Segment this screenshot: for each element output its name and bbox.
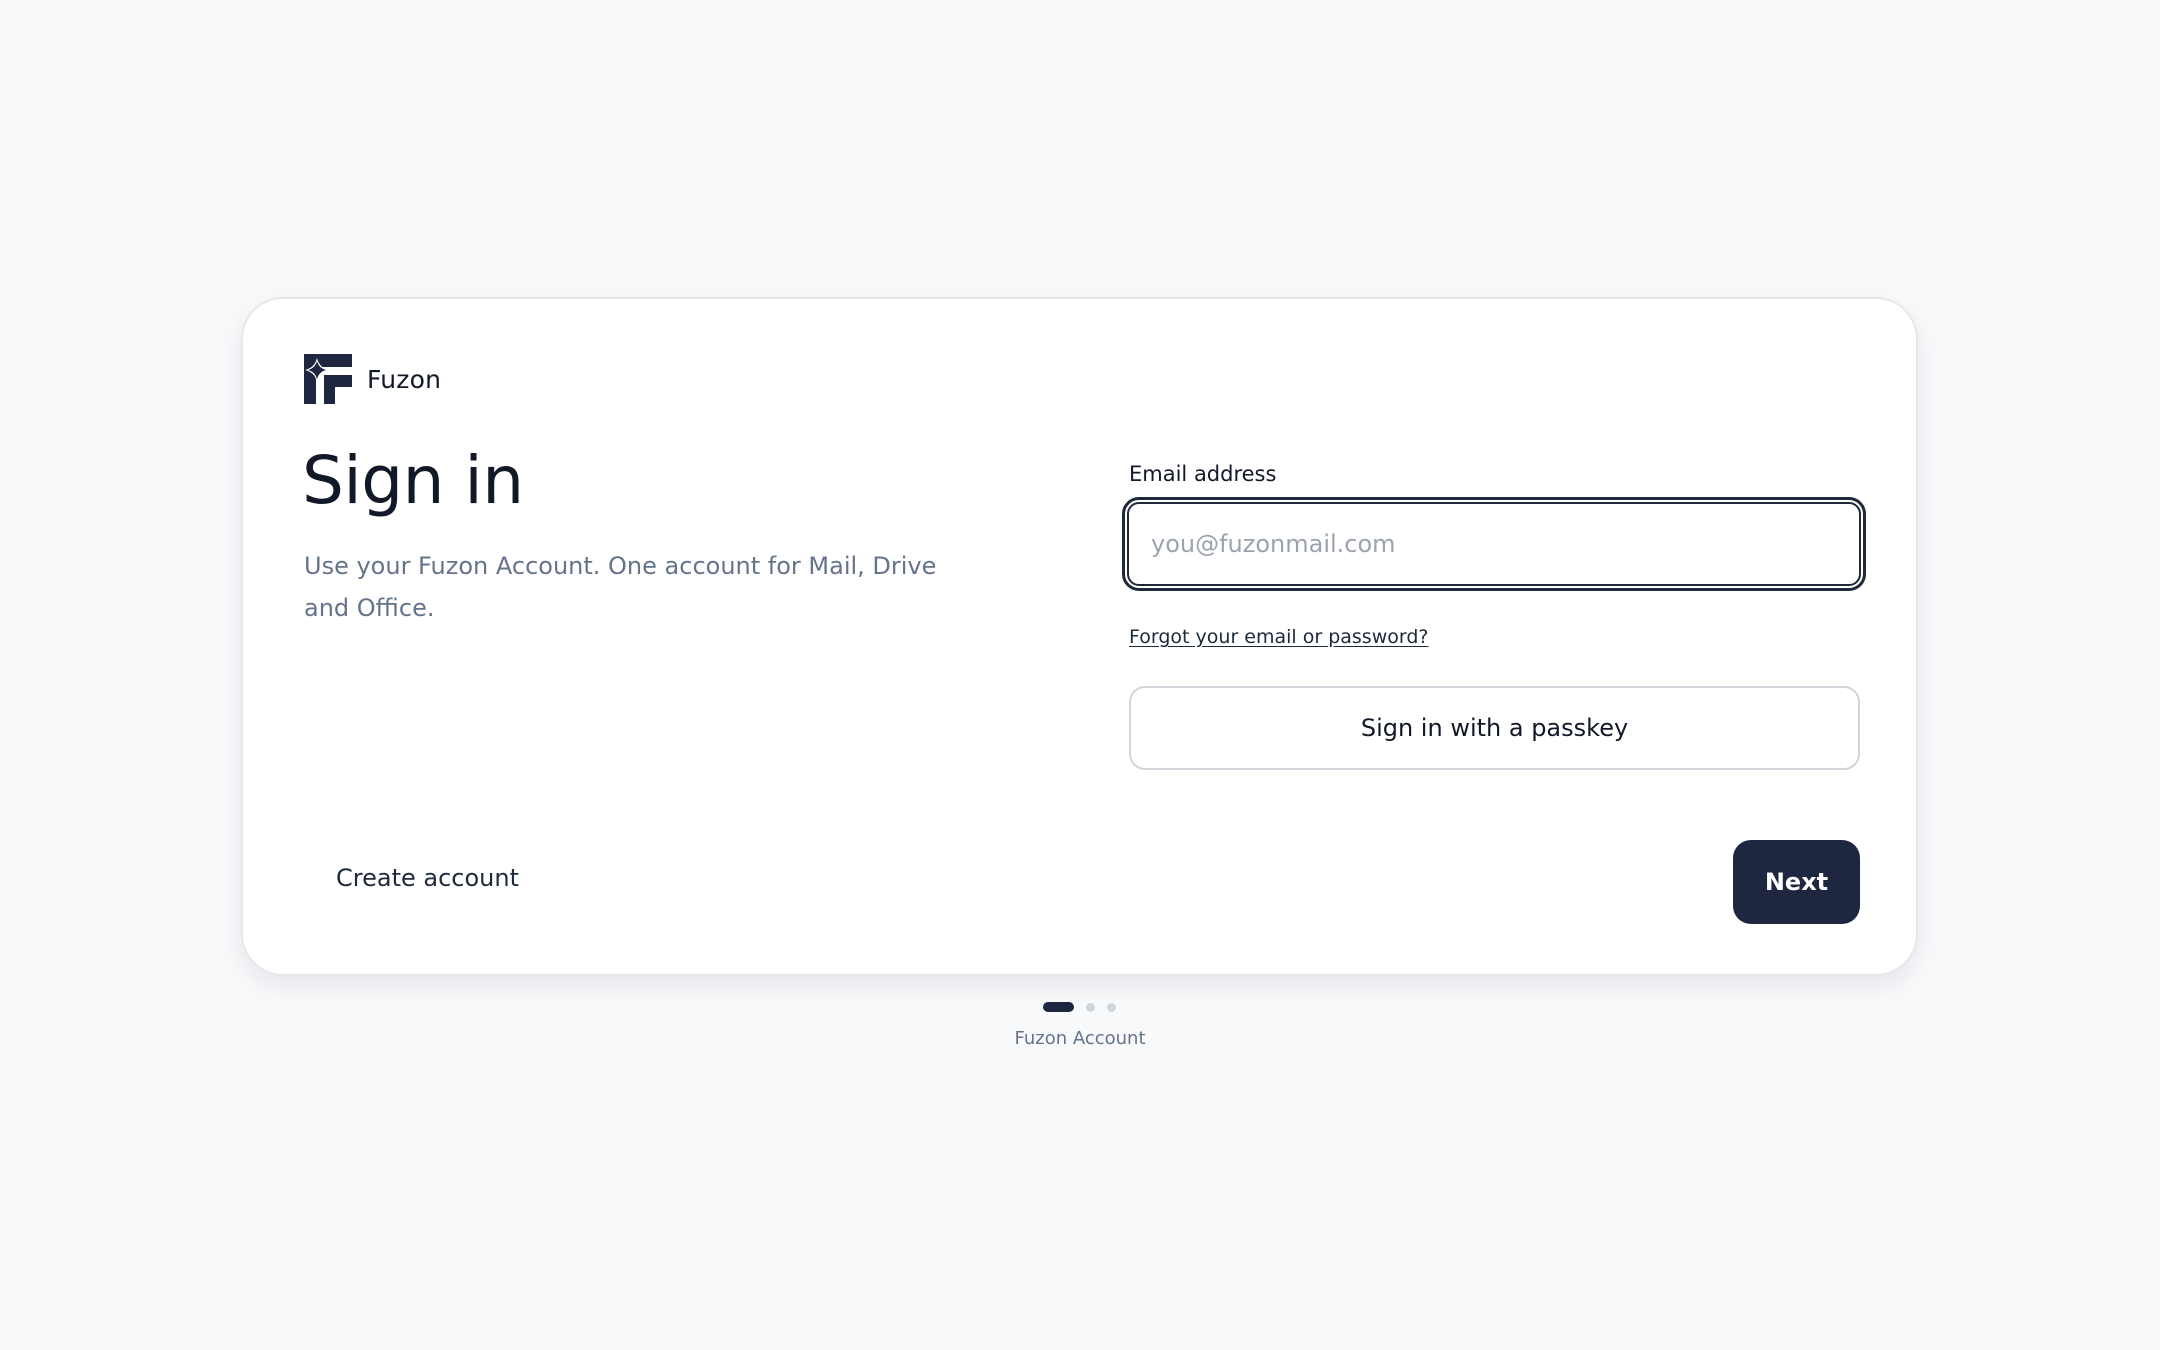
footer-label: Fuzon Account [1014,1028,1146,1049]
step-dot [1086,1002,1095,1012]
brand-name: Fuzon [367,364,442,394]
create-account-button[interactable]: Create account [304,836,551,920]
page-title: Sign in [302,442,524,519]
page-subtitle: Use your Fuzon Account. One account for … [304,552,937,622]
passkey-signin-button[interactable]: Sign in with a passkey [1129,686,1860,770]
step-dot [1107,1002,1116,1012]
forgot-password-link[interactable]: Forgot your email or password? [1129,626,1429,648]
step-indicator [1043,1002,1128,1012]
fuzon-logo-icon [304,354,352,404]
signin-card: Fuzon Sign in Use your Fuzon Account. On… [241,297,1918,976]
next-button[interactable]: Next [1733,840,1860,924]
step-dot-active [1043,1002,1074,1012]
brand: Fuzon [304,354,441,404]
email-field[interactable] [1122,497,1866,591]
email-label: Email address [1129,462,1277,486]
